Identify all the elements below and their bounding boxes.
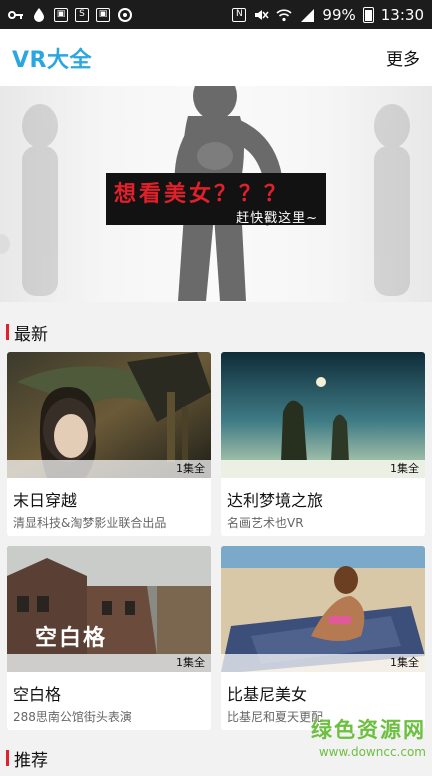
video-thumbnail: 空白格 1集全 [7, 546, 211, 672]
status-bar-right: N 99% 13:30 [232, 6, 424, 24]
poster-text: 空白格 [35, 626, 108, 651]
bag-icon: ▣ [54, 7, 68, 22]
bag-icon: ▣ [96, 7, 110, 22]
app-bar: VR大全 更多 [0, 29, 432, 86]
section-marker [6, 324, 9, 340]
status-bar: ▣ S ▣ N 99% 13:30 [0, 0, 432, 29]
s-icon: S [75, 7, 89, 22]
card-title: 达利梦境之旅 [227, 491, 324, 510]
watermark-url: www.downcc.com [318, 745, 426, 759]
card-title: 末日穿越 [13, 491, 78, 510]
banner-title: 想看美女？？？ [114, 182, 290, 207]
battery-icon [362, 6, 374, 23]
video-thumbnail: 1集全 [221, 352, 425, 478]
section-header-latest: 最新 [0, 314, 432, 350]
video-thumbnail: 1集全 [221, 546, 425, 672]
card-description: 288思南公馆街头表演 [13, 710, 132, 724]
banner-caption: 想看美女？？？ 赶快戳这里~ [106, 173, 326, 226]
section-title-recommend: 推荐 [14, 750, 48, 771]
video-card[interactable]: 空白格 1集全 空白格 288思南公馆街头表演 [7, 546, 211, 730]
card-title: 比基尼美女 [227, 685, 308, 704]
video-thumbnail: 1集全 [7, 352, 211, 478]
status-bar-left: ▣ S ▣ [8, 7, 133, 23]
wifi-icon [276, 7, 292, 23]
card-description: 清显科技&淘梦影业联合出品 [13, 516, 167, 530]
video-card[interactable]: 1集全 末日穿越 清显科技&淘梦影业联合出品 [7, 352, 211, 536]
card-title: 空白格 [13, 685, 62, 704]
status-time: 13:30 [380, 5, 424, 24]
banner-subtitle: 赶快戳这里~ [236, 211, 318, 226]
promo-banner[interactable]: 想看美女？？？ 赶快戳这里~ [0, 86, 432, 302]
mute-icon [253, 7, 269, 23]
episode-badge: 1集全 [7, 460, 211, 478]
card-description: 名画艺术也VR [227, 516, 304, 530]
episode-badge: 1集全 [221, 460, 425, 478]
nfc-icon: N [232, 7, 247, 22]
watermark: 绿色资源网 www.downcc.com [286, 714, 426, 762]
target-icon [117, 7, 133, 23]
episode-badge: 1集全 [7, 654, 211, 672]
video-card[interactable]: 1集全 比基尼美女 比基尼和夏天更配 [221, 546, 425, 730]
section-marker [6, 750, 9, 766]
video-card[interactable]: 1集全 达利梦境之旅 名画艺术也VR [221, 352, 425, 536]
battery-percent: 99% [322, 5, 356, 24]
section-title-latest: 最新 [14, 324, 48, 345]
key-icon [8, 7, 24, 23]
more-button[interactable]: 更多 [386, 45, 420, 70]
signal-icon [299, 7, 315, 23]
episode-badge: 1集全 [221, 654, 425, 672]
app-title: VR大全 [12, 47, 92, 73]
water-drop-icon [31, 7, 47, 23]
watermark-text: 绿色资源网 [311, 718, 426, 742]
